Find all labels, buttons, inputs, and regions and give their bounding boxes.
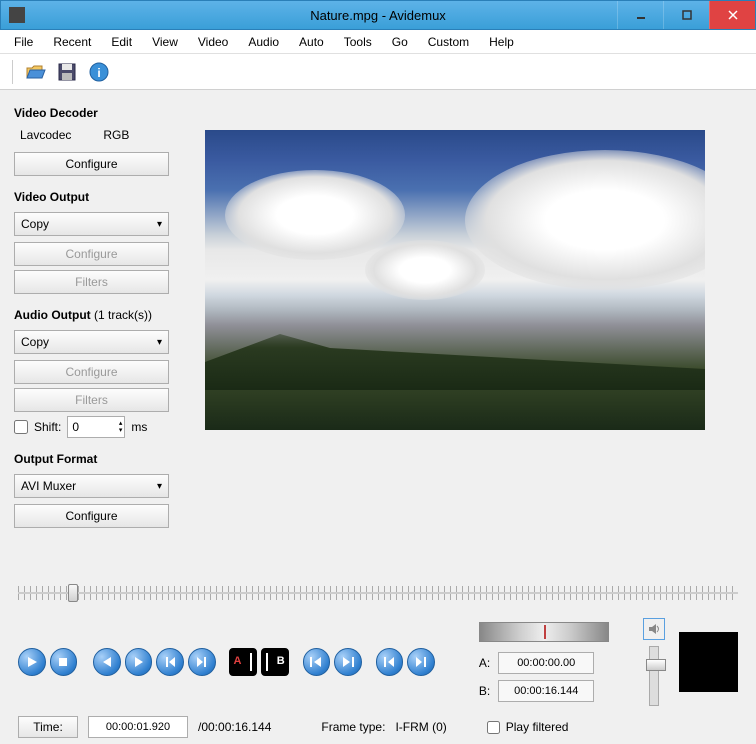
marker-a-label: A: (479, 656, 490, 670)
goto-marker-b-button[interactable] (334, 648, 362, 676)
menu-audio[interactable]: Audio (238, 32, 289, 52)
open-icon[interactable] (21, 58, 49, 86)
svg-text:i: i (97, 66, 100, 80)
prev-keyframe-button[interactable] (156, 648, 184, 676)
info-icon[interactable]: i (85, 58, 113, 86)
video-output-title: Video Output (14, 190, 191, 204)
total-time: /00:00:16.144 (198, 720, 271, 734)
output-format-title: Output Format (14, 452, 191, 466)
menu-video[interactable]: Video (188, 32, 238, 52)
frame-type-value: I-FRM (0) (395, 720, 446, 734)
shift-value-input[interactable]: 0 (67, 416, 125, 438)
shift-checkbox[interactable] (14, 420, 28, 434)
video-output-select[interactable]: Copy (14, 212, 169, 236)
toolbar: i (0, 54, 756, 90)
audio-output-configure-button[interactable]: Configure (14, 360, 169, 384)
menu-view[interactable]: View (142, 32, 188, 52)
menu-file[interactable]: File (4, 32, 43, 52)
decoder-colorspace: RGB (103, 128, 129, 142)
play-button[interactable] (18, 648, 46, 676)
audio-output-filters-button[interactable]: Filters (14, 388, 169, 412)
menubar: File Recent Edit View Video Audio Auto T… (0, 30, 756, 54)
marker-b-time: 00:00:16.144 (498, 680, 594, 702)
audio-output-title: Audio Output (1 track(s)) (14, 308, 191, 322)
set-marker-a-button[interactable]: A (229, 648, 257, 676)
titlebar: Nature.mpg - Avidemux (0, 0, 756, 30)
window-title: Nature.mpg - Avidemux (310, 8, 446, 23)
decoder-configure-button[interactable]: Configure (14, 152, 169, 176)
set-marker-b-button[interactable]: B (261, 648, 289, 676)
audio-output-select[interactable]: Copy (14, 330, 169, 354)
menu-recent[interactable]: Recent (43, 32, 101, 52)
vu-meter (679, 632, 738, 692)
close-button[interactable] (709, 1, 755, 29)
menu-tools[interactable]: Tools (334, 32, 382, 52)
prev-frame-button[interactable] (93, 648, 121, 676)
preview-pane (205, 90, 756, 576)
play-filtered-label: Play filtered (506, 720, 569, 734)
next-keyframe-button[interactable] (188, 648, 216, 676)
app-icon (9, 7, 25, 23)
save-icon[interactable] (53, 58, 81, 86)
maximize-button[interactable] (663, 1, 709, 29)
shift-label: Shift: (34, 420, 61, 434)
video-output-configure-button[interactable]: Configure (14, 242, 169, 266)
menu-auto[interactable]: Auto (289, 32, 334, 52)
output-format-configure-button[interactable]: Configure (14, 504, 169, 528)
volume-slider[interactable] (649, 646, 659, 706)
minimize-button[interactable] (617, 1, 663, 29)
menu-help[interactable]: Help (479, 32, 524, 52)
menu-go[interactable]: Go (382, 32, 418, 52)
timeline-slider[interactable] (18, 582, 738, 610)
decoder-codec: Lavcodec (20, 128, 71, 142)
bottom-panel: A B A: 00:00:00.00 B: 00:00:16.144 (0, 576, 756, 744)
scrub-wheel[interactable] (479, 622, 609, 642)
marker-a-time: 00:00:00.00 (498, 652, 594, 674)
current-time-input[interactable]: 00:00:01.920 (88, 716, 188, 738)
video-preview (205, 130, 705, 430)
goto-marker-a-button[interactable] (303, 648, 331, 676)
goto-end-button[interactable] (407, 648, 435, 676)
goto-start-button[interactable] (376, 648, 404, 676)
play-filtered-checkbox[interactable] (487, 721, 500, 734)
next-frame-button[interactable] (125, 648, 153, 676)
output-format-select[interactable]: AVI Muxer (14, 474, 169, 498)
time-button[interactable]: Time: (18, 716, 78, 738)
marker-b-label: B: (479, 684, 490, 698)
stop-button[interactable] (50, 648, 78, 676)
timeline-thumb[interactable] (68, 584, 78, 602)
menu-edit[interactable]: Edit (101, 32, 142, 52)
video-decoder-title: Video Decoder (14, 106, 191, 120)
menu-custom[interactable]: Custom (418, 32, 479, 52)
speaker-icon[interactable] (643, 618, 665, 640)
frame-type-label: Frame type: (321, 720, 385, 734)
sidebar: Video Decoder Lavcodec RGB Configure Vid… (0, 90, 205, 576)
video-output-filters-button[interactable]: Filters (14, 270, 169, 294)
shift-unit: ms (131, 420, 147, 434)
